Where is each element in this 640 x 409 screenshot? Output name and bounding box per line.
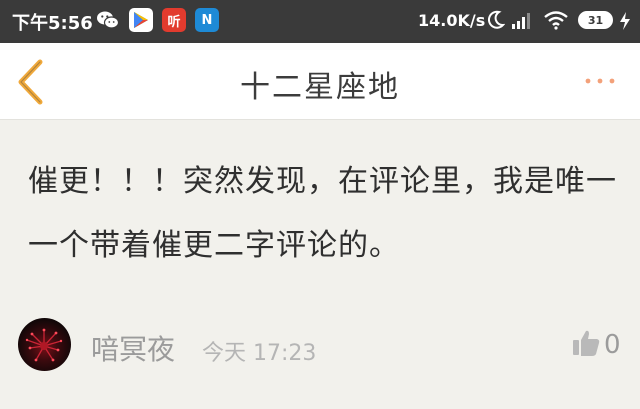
navigation-bar: 十二星座地 bbox=[0, 43, 640, 120]
like-count: 0 bbox=[604, 330, 621, 360]
moon-icon bbox=[487, 10, 506, 34]
more-dots-icon bbox=[585, 78, 615, 84]
battery-level: 31 bbox=[587, 13, 604, 27]
avatar[interactable] bbox=[18, 318, 71, 371]
post-body: 催更！！！突然发现，在评论里，我是唯一一个带着催更二字评论的。 bbox=[28, 164, 617, 263]
thumbs-up-icon bbox=[573, 330, 600, 356]
n-app-icon: N bbox=[195, 8, 219, 32]
signal-icon bbox=[511, 10, 535, 34]
more-options-button[interactable] bbox=[580, 71, 624, 91]
status-time: 下午5:56 bbox=[12, 13, 93, 34]
charging-icon bbox=[619, 11, 631, 35]
ting-app-icon: 听 bbox=[162, 8, 186, 32]
wifi-icon bbox=[543, 10, 569, 34]
page-title: 十二星座地 bbox=[240, 70, 400, 105]
like-button[interactable] bbox=[571, 328, 601, 358]
red-flower-avatar-image bbox=[25, 328, 63, 362]
battery-icon: 31 bbox=[578, 11, 613, 29]
wechat-icon bbox=[96, 8, 120, 32]
play-store-icon bbox=[129, 8, 153, 32]
comment-username[interactable]: 喑冥夜 bbox=[91, 328, 175, 368]
comment-meta: 喑冥夜 今天 17:23 0 bbox=[18, 318, 628, 374]
comment-timestamp: 今天 17:23 bbox=[202, 341, 317, 366]
status-bar: 下午5:56 听 N 14.0K/s 31 bbox=[0, 0, 640, 43]
network-speed: 14.0K/s bbox=[418, 11, 486, 30]
